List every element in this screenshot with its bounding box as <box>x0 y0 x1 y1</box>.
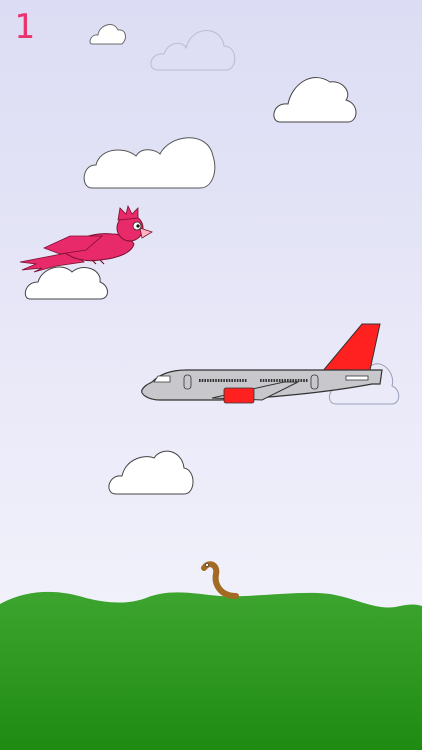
airplane-window <box>209 379 212 382</box>
airplane-window <box>217 379 220 382</box>
airplane-window <box>300 379 303 382</box>
airplane-window <box>201 379 204 382</box>
airplane-window <box>239 379 242 382</box>
airplane-window <box>204 379 206 382</box>
airplane-window <box>223 379 225 382</box>
bird-pupil <box>136 224 140 228</box>
score-counter: 1 <box>14 7 35 47</box>
airplane-window <box>273 379 276 382</box>
airplane-window <box>244 379 247 382</box>
airplane-window <box>297 379 300 382</box>
airplane-window <box>276 379 278 382</box>
airplane-window <box>242 379 244 382</box>
airplane-door <box>183 374 192 390</box>
airplane-window <box>281 379 284 382</box>
game-scene[interactable] <box>0 0 422 750</box>
airplane-window <box>199 379 201 382</box>
airplane-window <box>236 379 239 382</box>
airplane-window <box>215 379 217 382</box>
airplane-stabilizer <box>345 375 369 381</box>
airplane-window <box>268 379 270 382</box>
airplane-window <box>303 379 305 382</box>
airplane-window <box>260 379 262 382</box>
airplane-window <box>305 379 308 382</box>
airplane-window <box>278 379 281 382</box>
airplane-window <box>220 379 223 382</box>
airplane-window <box>226 379 228 382</box>
airplane-door <box>310 374 319 390</box>
airplane-window <box>234 379 236 382</box>
airplane-window <box>207 379 209 382</box>
airplane-window <box>212 379 215 382</box>
airplane-engine <box>223 387 255 404</box>
airplane-window <box>262 379 265 382</box>
airplane-window <box>265 379 267 382</box>
airplane-window <box>228 379 231 382</box>
grass-ground <box>0 591 422 750</box>
airplane-window <box>231 379 233 382</box>
airplane-window <box>270 379 273 382</box>
worm-eye <box>205 563 209 567</box>
